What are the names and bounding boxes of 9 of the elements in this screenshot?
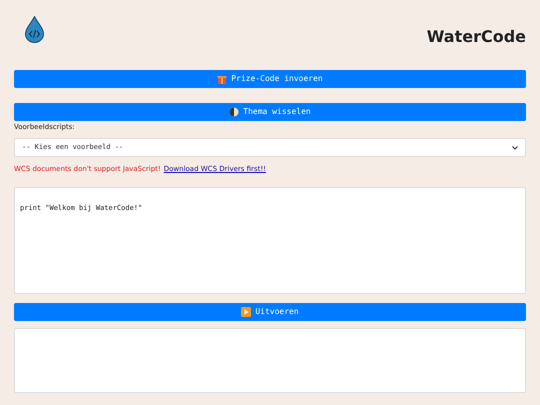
theme-toggle-button[interactable]: Thema wisselen (14, 103, 526, 121)
play-icon (241, 307, 252, 317)
half-moon-icon (229, 107, 240, 117)
prize-code-button[interactable]: Prize-Code invoeren (14, 70, 526, 88)
gift-icon (217, 74, 228, 84)
app-title: WaterCode (426, 26, 526, 48)
run-button[interactable]: Uitvoeren (14, 303, 526, 321)
water-drop-code-logo-icon (25, 16, 44, 43)
chevron-down-icon (512, 146, 518, 150)
